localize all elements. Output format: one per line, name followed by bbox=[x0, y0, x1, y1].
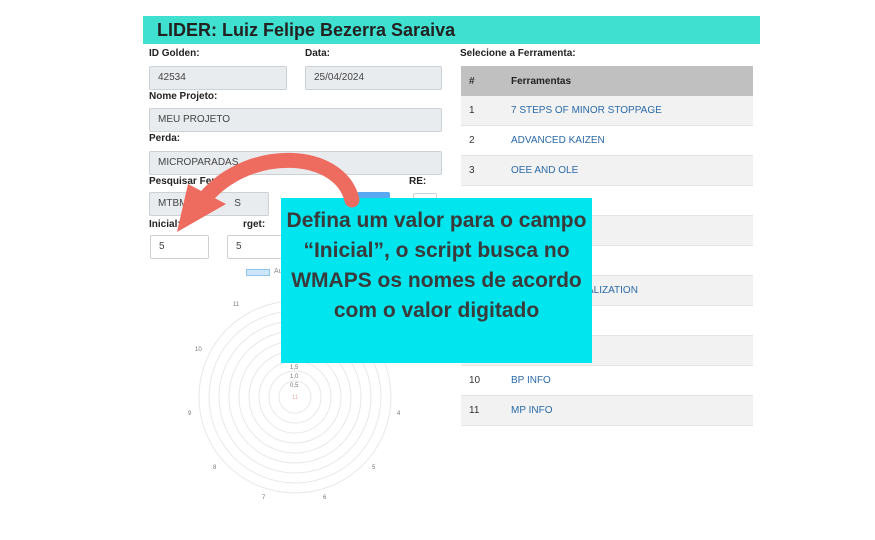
row-tool-name[interactable]: ADVANCED KAIZEN bbox=[511, 135, 753, 146]
table-row[interactable]: 11 MP INFO bbox=[461, 396, 753, 426]
row-tool-name[interactable]: 7 STEPS OF MINOR STOPPAGE bbox=[511, 105, 753, 116]
tutorial-callout: Defina um valor para o campo “Inicial”, … bbox=[281, 198, 592, 363]
chart-legend-swatch bbox=[246, 269, 270, 276]
row-tool-name[interactable]: OEE AND OLE bbox=[511, 165, 753, 176]
table-row[interactable]: 1 7 STEPS OF MINOR STOPPAGE bbox=[461, 96, 753, 126]
date-label: Data: bbox=[305, 48, 331, 59]
tools-title: Selecione a Ferramenta: bbox=[460, 48, 576, 59]
project-name-field[interactable]: MEU PROJETO bbox=[149, 108, 442, 132]
leader-header: LIDER: Luiz Felipe Bezerra Saraiva bbox=[143, 16, 760, 44]
row-tool-name[interactable]: MP INFO bbox=[511, 405, 753, 416]
target-input[interactable]: 5 bbox=[227, 235, 287, 259]
axis-label-11: 11 bbox=[233, 302, 240, 308]
id-golden-field[interactable]: 42534 bbox=[149, 66, 287, 90]
tick-label-0-5: 0,5 bbox=[290, 383, 299, 389]
target-label: rget: bbox=[243, 219, 266, 230]
search-tool-label: Pesquisar Ferram bbox=[149, 176, 234, 187]
row-tool-name[interactable]: BP INFO bbox=[511, 375, 753, 386]
tick-label-1-5: 1,5 bbox=[290, 365, 299, 371]
column-header-number: # bbox=[469, 75, 475, 87]
axis-label-6: 6 bbox=[323, 495, 327, 501]
search-tool-value: MTBM bbox=[158, 198, 188, 209]
search-tool-field[interactable]: MTBM S bbox=[149, 192, 269, 216]
axis-label-8: 8 bbox=[213, 465, 217, 471]
column-header-tools: Ferramentas bbox=[511, 75, 572, 87]
row-number: 1 bbox=[469, 105, 475, 116]
row-number: 11 bbox=[469, 405, 480, 416]
table-row[interactable]: 2 ADVANCED KAIZEN bbox=[461, 126, 753, 156]
project-name-label: Nome Projeto: bbox=[149, 91, 218, 102]
row-number: 3 bbox=[469, 165, 475, 176]
re-label: RE: bbox=[409, 176, 427, 187]
initial-label: Inicial: bbox=[149, 219, 181, 230]
axis-label-4: 4 bbox=[397, 411, 401, 417]
table-row[interactable]: 10 BP INFO bbox=[461, 366, 753, 396]
date-field[interactable]: 25/04/2024 bbox=[305, 66, 442, 90]
axis-label-9: 9 bbox=[188, 411, 192, 417]
axis-label-10: 10 bbox=[195, 347, 202, 353]
initial-input[interactable]: 5 bbox=[150, 235, 209, 259]
row-number: 2 bbox=[469, 135, 475, 146]
loss-label: Perda: bbox=[149, 133, 181, 144]
center-label: 11 bbox=[292, 395, 299, 401]
id-golden-label: ID Golden: bbox=[149, 48, 200, 59]
tools-table-header: # Ferramentas bbox=[461, 66, 753, 96]
table-row[interactable]: 3 OEE AND OLE bbox=[461, 156, 753, 186]
axis-label-5: 5 bbox=[372, 465, 376, 471]
tick-label-1-0: 1,0 bbox=[290, 374, 299, 380]
axis-label-7: 7 bbox=[262, 495, 266, 501]
search-tool-value-suffix: S bbox=[234, 198, 241, 209]
row-number: 10 bbox=[469, 375, 481, 386]
loss-field[interactable]: MICROPARADAS bbox=[149, 151, 442, 175]
